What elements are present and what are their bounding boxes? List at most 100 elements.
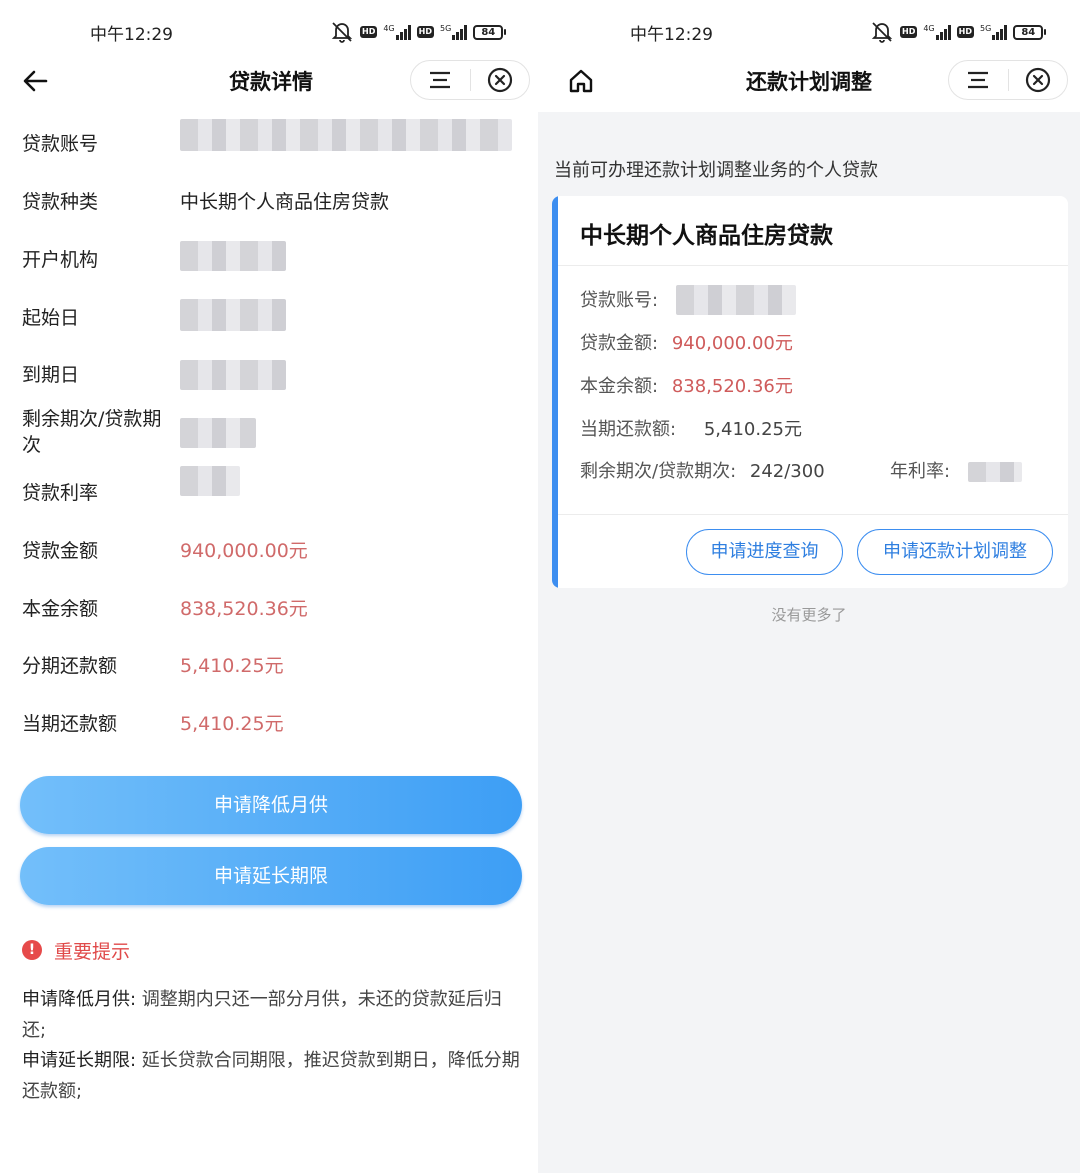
card-line-amount: 贷款金额: 940,000.00元: [580, 331, 793, 357]
battery-icon: 84: [1013, 24, 1047, 40]
loan-detail-screen: 中午12:29 HD 4G HD 5G 84 贷款详情 贷款账号 贷款种类 中长…: [0, 0, 538, 1173]
card-value: 940,000.00元: [671, 333, 793, 354]
masked-value: [180, 360, 286, 390]
card-label: 剩余期次/贷款期次:: [580, 461, 737, 482]
card-line-principal: 本金余额: 838,520.36元: [580, 374, 793, 400]
detail-label: 贷款利率: [22, 482, 99, 504]
detail-value: 940,000.00元: [180, 540, 308, 562]
menu-button[interactable]: [949, 60, 1008, 100]
detail-label: 贷款账号: [22, 133, 99, 155]
detail-row-start-date: 起始日: [22, 299, 517, 345]
nav-header: 还款计划调整: [538, 60, 1080, 112]
back-button[interactable]: [18, 64, 52, 98]
signal-icon: 5G: [980, 24, 1008, 40]
menu-icon: [968, 71, 989, 89]
close-circle-icon: [487, 67, 512, 93]
close-circle-icon: [1025, 67, 1050, 93]
detail-label: 到期日: [22, 364, 80, 386]
detail-label: 分期还款额: [22, 655, 118, 677]
bell-off-icon: [331, 22, 353, 43]
detail-row-account: 贷款账号: [22, 119, 517, 171]
status-time: 中午12:29: [630, 25, 713, 45]
reduce-payment-button[interactable]: 申请降低月供: [20, 776, 522, 834]
arrow-left-icon: [23, 70, 48, 92]
list-end-hint: 没有更多了: [771, 606, 847, 624]
card-line-rate: 年利率:: [890, 459, 950, 485]
card-label: 贷款账号:: [580, 290, 659, 311]
detail-label: 贷款种类: [22, 191, 99, 213]
status-time: 中午12:29: [90, 25, 173, 45]
notice-paragraph-reduce: 申请降低月供: 调整期内只还一部分月供，未还的贷款延后归还;: [22, 984, 522, 1046]
masked-value: [676, 285, 796, 315]
masked-value: [180, 466, 240, 496]
detail-value: 5,410.25元: [180, 655, 284, 677]
detail-value: 838,520.36元: [180, 598, 308, 620]
detail-row-rate: 贷款利率: [22, 466, 517, 520]
signal-icon: 5G: [440, 24, 468, 40]
card-title: 中长期个人商品住房贷款: [580, 223, 833, 249]
status-bar: 中午12:29 HD 4G HD 5G 84: [538, 0, 1080, 60]
detail-row-loan-type: 贷款种类 中长期个人商品住房贷款: [22, 189, 517, 229]
menu-icon: [430, 71, 451, 89]
masked-value: [180, 418, 256, 448]
card-accent-bar: [552, 196, 558, 588]
mini-program-capsule: [410, 60, 530, 100]
card-divider: [558, 514, 1068, 515]
close-button[interactable]: [1008, 60, 1067, 100]
detail-label: 剩余期次/贷款期次: [22, 408, 162, 456]
detail-row-end-date: 到期日: [22, 360, 517, 402]
card-value: 5,410.25元: [703, 419, 802, 440]
notice-label: 申请降低月供:: [22, 989, 137, 1010]
nav-header: 贷款详情: [0, 60, 538, 112]
hd-icon: HD: [360, 26, 378, 38]
bell-off-icon: [871, 22, 893, 43]
card-divider: [558, 265, 1068, 266]
page-title: 贷款详情: [229, 70, 313, 94]
home-button[interactable]: [564, 64, 598, 98]
detail-row-branch: 开户机构: [22, 241, 517, 287]
apply-adjust-button[interactable]: 申请还款计划调整: [857, 529, 1053, 575]
section-subtitle: 当前可办理还款计划调整业务的个人贷款: [554, 160, 878, 181]
detail-label: 开户机构: [22, 249, 99, 271]
battery-icon: 84: [473, 24, 507, 40]
detail-value: 中长期个人商品住房贷款: [180, 191, 390, 213]
status-bar: 中午12:29 HD 4G HD 5G 84: [0, 0, 538, 60]
card-label: 年利率:: [890, 461, 951, 482]
hd-icon: HD: [416, 26, 434, 38]
page-title: 还款计划调整: [746, 70, 872, 94]
detail-row-current-payment: 当期还款额 5,410.25元: [22, 711, 517, 751]
masked-value: [180, 119, 512, 151]
alert-icon: !: [22, 940, 42, 960]
hd-icon: HD: [956, 26, 974, 38]
detail-label: 起始日: [22, 307, 80, 329]
extend-term-button[interactable]: 申请延长期限: [20, 847, 522, 905]
masked-value: [180, 241, 286, 271]
status-icons: HD 4G HD 5G 84: [330, 20, 507, 44]
menu-button[interactable]: [411, 60, 470, 100]
card-line-current: 当期还款额: 5,410.25元: [580, 417, 802, 443]
detail-label: 贷款金额: [22, 540, 99, 562]
progress-query-button[interactable]: 申请进度查询: [686, 529, 843, 575]
mini-program-capsule: [948, 60, 1068, 100]
masked-value: [180, 299, 286, 331]
hd-icon: HD: [900, 26, 918, 38]
detail-label: 本金余额: [22, 598, 99, 620]
card-line-account: 贷款账号:: [580, 288, 658, 314]
status-icons: HD 4G HD 5G 84: [870, 20, 1047, 44]
card-label: 贷款金额:: [580, 333, 659, 354]
card-value: 838,520.36元: [671, 376, 793, 397]
card-label: 本金余额:: [580, 376, 659, 397]
detail-row-term: 剩余期次/贷款期次: [22, 406, 517, 462]
notice-heading: ! 重要提示: [22, 936, 130, 964]
masked-value: [968, 462, 1022, 482]
card-line-term: 剩余期次/贷款期次: 242/300: [580, 459, 825, 485]
signal-icon: 4G: [383, 24, 411, 40]
close-button[interactable]: [470, 60, 529, 100]
loan-card: 中长期个人商品住房贷款 贷款账号: 贷款金额: 940,000.00元 本金余额…: [552, 196, 1068, 588]
detail-value: 5,410.25元: [180, 713, 284, 735]
home-icon: [569, 69, 593, 93]
notice-label: 申请延长期限:: [22, 1050, 137, 1071]
repayment-adjust-screen: 中午12:29 HD 4G HD 5G 84 还款计划调整 当前可办理还款计划调…: [538, 0, 1080, 1173]
card-value: 242/300: [749, 461, 825, 482]
notice-paragraph-extend: 申请延长期限: 延长贷款合同期限，推迟贷款到期日，降低分期还款额;: [22, 1045, 522, 1107]
